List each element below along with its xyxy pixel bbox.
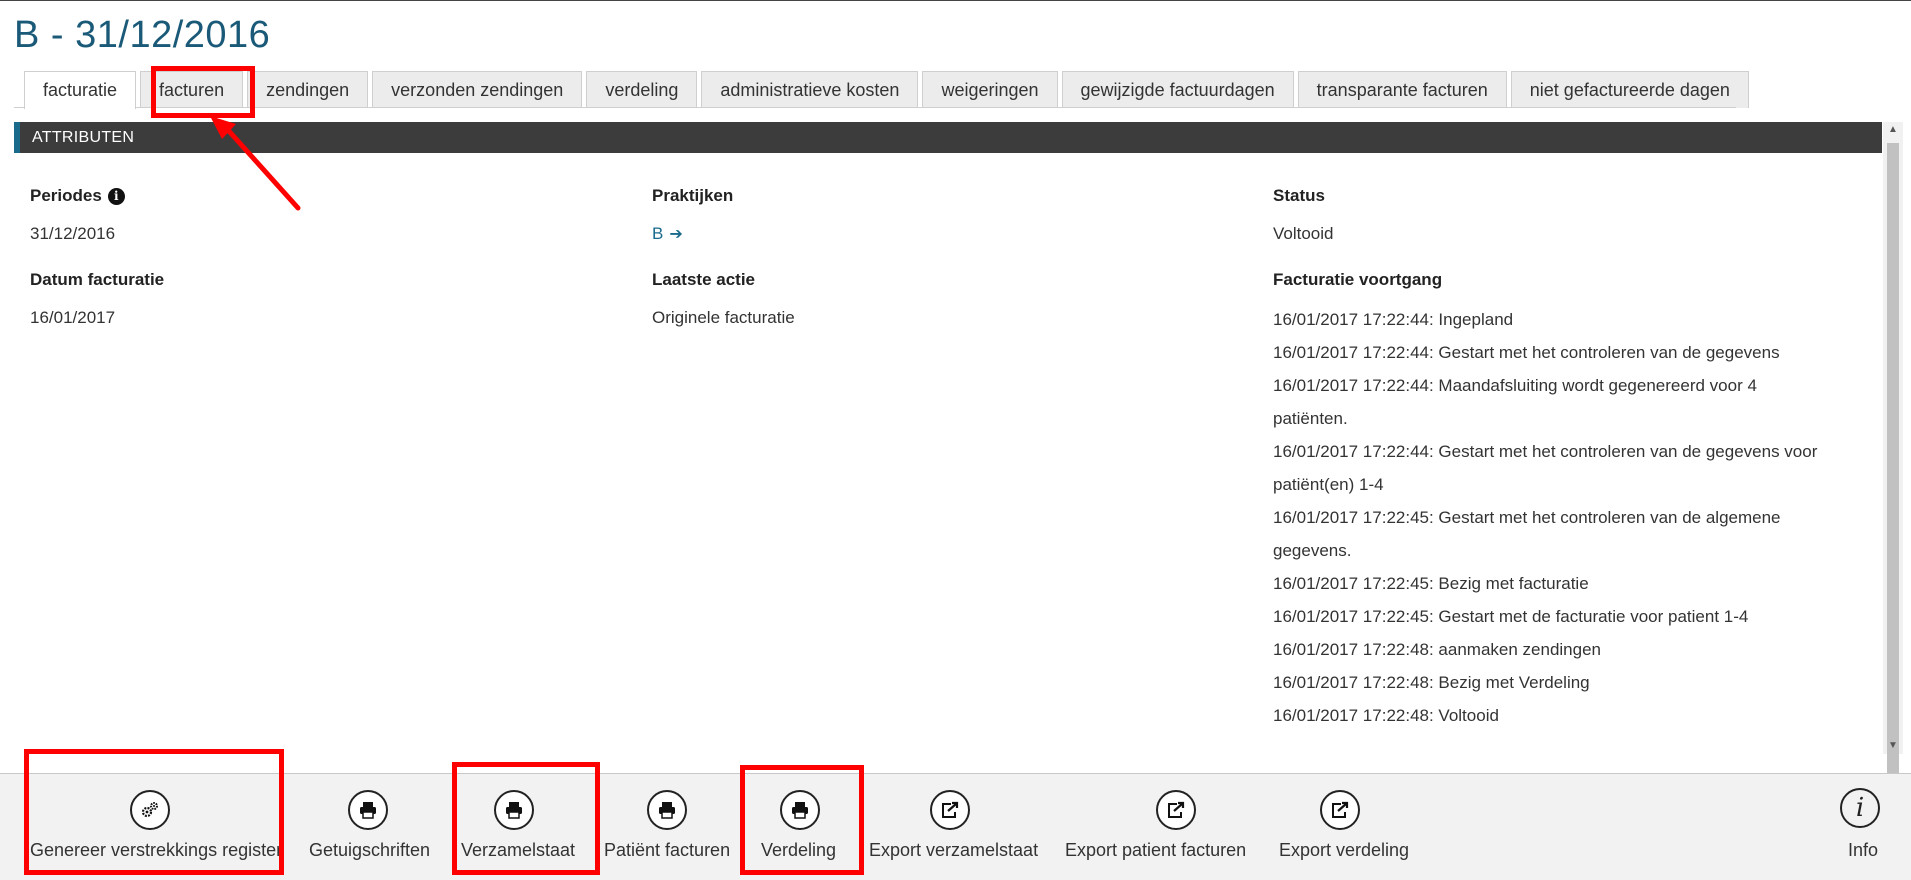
info-button[interactable]: i Info [1830, 774, 1900, 880]
info-label: Info [1848, 840, 1879, 860]
bottom-toolbar: Genereer verstrekkings register Getuigsc… [0, 773, 1911, 880]
status-label: Status [1273, 186, 1325, 205]
list-item: 16/01/2017 17:22:44: Gestart met het con… [1273, 442, 1818, 461]
export-icon [1156, 790, 1196, 830]
top-border [0, 0, 1911, 1]
datum-facturatie-label: Datum facturatie [30, 270, 165, 289]
verdeling-button[interactable]: Verdeling [750, 774, 850, 880]
verdeling-label: Verdeling [761, 840, 837, 860]
printer-icon [348, 790, 388, 830]
list-item: 16/01/2017 17:22:48: Bezig met Verdeling [1273, 673, 1590, 692]
laatste-actie-value: Originele facturatie [652, 308, 795, 327]
export-verdeling-label: Export verdeling [1279, 840, 1410, 860]
list-item: 16/01/2017 17:22:44: Maandafsluiting wor… [1273, 376, 1757, 395]
status-value: Voltooid [1273, 224, 1334, 243]
list-item: 16/01/2017 17:22:45: Bezig met facturati… [1273, 574, 1589, 593]
praktijken-value: B ➔ [652, 224, 683, 244]
tab-verzonden-zendingen[interactable]: verzonden zendingen [372, 71, 583, 108]
tab-transparante-facturen[interactable]: transparante facturen [1297, 71, 1507, 108]
tab-zendingen[interactable]: zendingen [247, 71, 369, 108]
progress-list: 16/01/2017 17:22:44: Ingepland 16/01/201… [1273, 303, 1873, 732]
list-item: 16/01/2017 17:22:45: Gestart met het con… [1273, 508, 1781, 527]
tab-gewijzigde-factuurdagen[interactable]: gewijzigde factuurdagen [1061, 71, 1294, 108]
tab-weigeringen[interactable]: weigeringen [922, 71, 1058, 108]
periodes-label: Periodes i [30, 186, 125, 206]
laatste-actie-label: Laatste actie [652, 270, 755, 289]
genereer-button[interactable]: Genereer verstrekkings register [20, 774, 283, 880]
list-item: 16/01/2017 17:22:44: Ingepland [1273, 310, 1514, 329]
getuigschriften-button[interactable]: Getuigschriften [300, 774, 440, 880]
genereer-label: Genereer verstrekkings register [30, 840, 283, 860]
datum-facturatie-value: 16/01/2017 [30, 308, 116, 327]
patient-facturen-button[interactable]: Patiënt facturen [600, 774, 740, 880]
getuigschriften-label: Getuigschriften [309, 840, 431, 860]
vertical-scrollbar[interactable]: ▲ ▼ [1883, 122, 1903, 779]
export-icon [930, 790, 970, 830]
tab-facturen[interactable]: facturen [140, 71, 244, 108]
export-verzamelstaat-button[interactable]: Export verzamelstaat [866, 774, 1046, 880]
page-title: B - 31/12/2016 [14, 14, 271, 56]
arrow-right-icon[interactable]: ➔ [669, 226, 682, 243]
section-header: ATTRIBUTEN [14, 122, 1882, 153]
printer-icon [647, 790, 687, 830]
periodes-value: 31/12/2016 [30, 224, 116, 243]
verzamelstaat-label: Verzamelstaat [461, 840, 576, 860]
praktijk-link[interactable]: B [652, 224, 663, 243]
tabs-divider [14, 107, 1736, 108]
info-icon: i [1840, 788, 1880, 828]
scroll-down-icon[interactable]: ▼ [1883, 738, 1903, 754]
export-icon [1320, 790, 1360, 830]
periodes-label-text: Periodes [30, 186, 102, 205]
voortgang-label: Facturatie voortgang [1273, 270, 1443, 289]
section-header-label: ATTRIBUTEN [32, 129, 135, 146]
tab-verdeling[interactable]: verdeling [586, 71, 698, 108]
list-item: 16/01/2017 17:22:44: Gestart met het con… [1273, 343, 1780, 362]
patient-facturen-label: Patiënt facturen [604, 840, 731, 860]
info-icon[interactable]: i [107, 188, 125, 205]
scrollbar-thumb[interactable] [1887, 143, 1899, 779]
list-item: patiënt(en) 1-4 [1273, 475, 1384, 494]
list-item: gegevens. [1273, 541, 1352, 560]
export-patient-facturen-label: Export patient facturen [1065, 840, 1247, 860]
list-item: 16/01/2017 17:22:48: aanmaken zendingen [1273, 640, 1601, 659]
tab-facturatie[interactable]: facturatie [24, 71, 137, 109]
verzamelstaat-button[interactable]: Verzamelstaat [458, 774, 578, 880]
list-item: 16/01/2017 17:22:48: Voltooid [1273, 706, 1499, 725]
export-verzamelstaat-label: Export verzamelstaat [869, 840, 1039, 860]
list-item: 16/01/2017 17:22:45: Gestart met de fact… [1273, 607, 1749, 626]
praktijken-label: Praktijken [652, 186, 734, 205]
gears-icon [130, 790, 170, 830]
export-verdeling-button[interactable]: Export verdeling [1276, 774, 1426, 880]
list-item: patiënten. [1273, 409, 1348, 428]
tab-bar: facturatie facturen zendingen verzonden … [24, 71, 1753, 109]
tab-niet-gefactureerde-dagen[interactable]: niet gefactureerde dagen [1510, 71, 1749, 108]
tab-administratieve-kosten[interactable]: administratieve kosten [701, 71, 919, 108]
export-patient-facturen-button[interactable]: Export patient facturen [1062, 774, 1262, 880]
printer-icon [494, 790, 534, 830]
scroll-up-icon[interactable]: ▲ [1883, 122, 1903, 138]
printer-icon [780, 790, 820, 830]
